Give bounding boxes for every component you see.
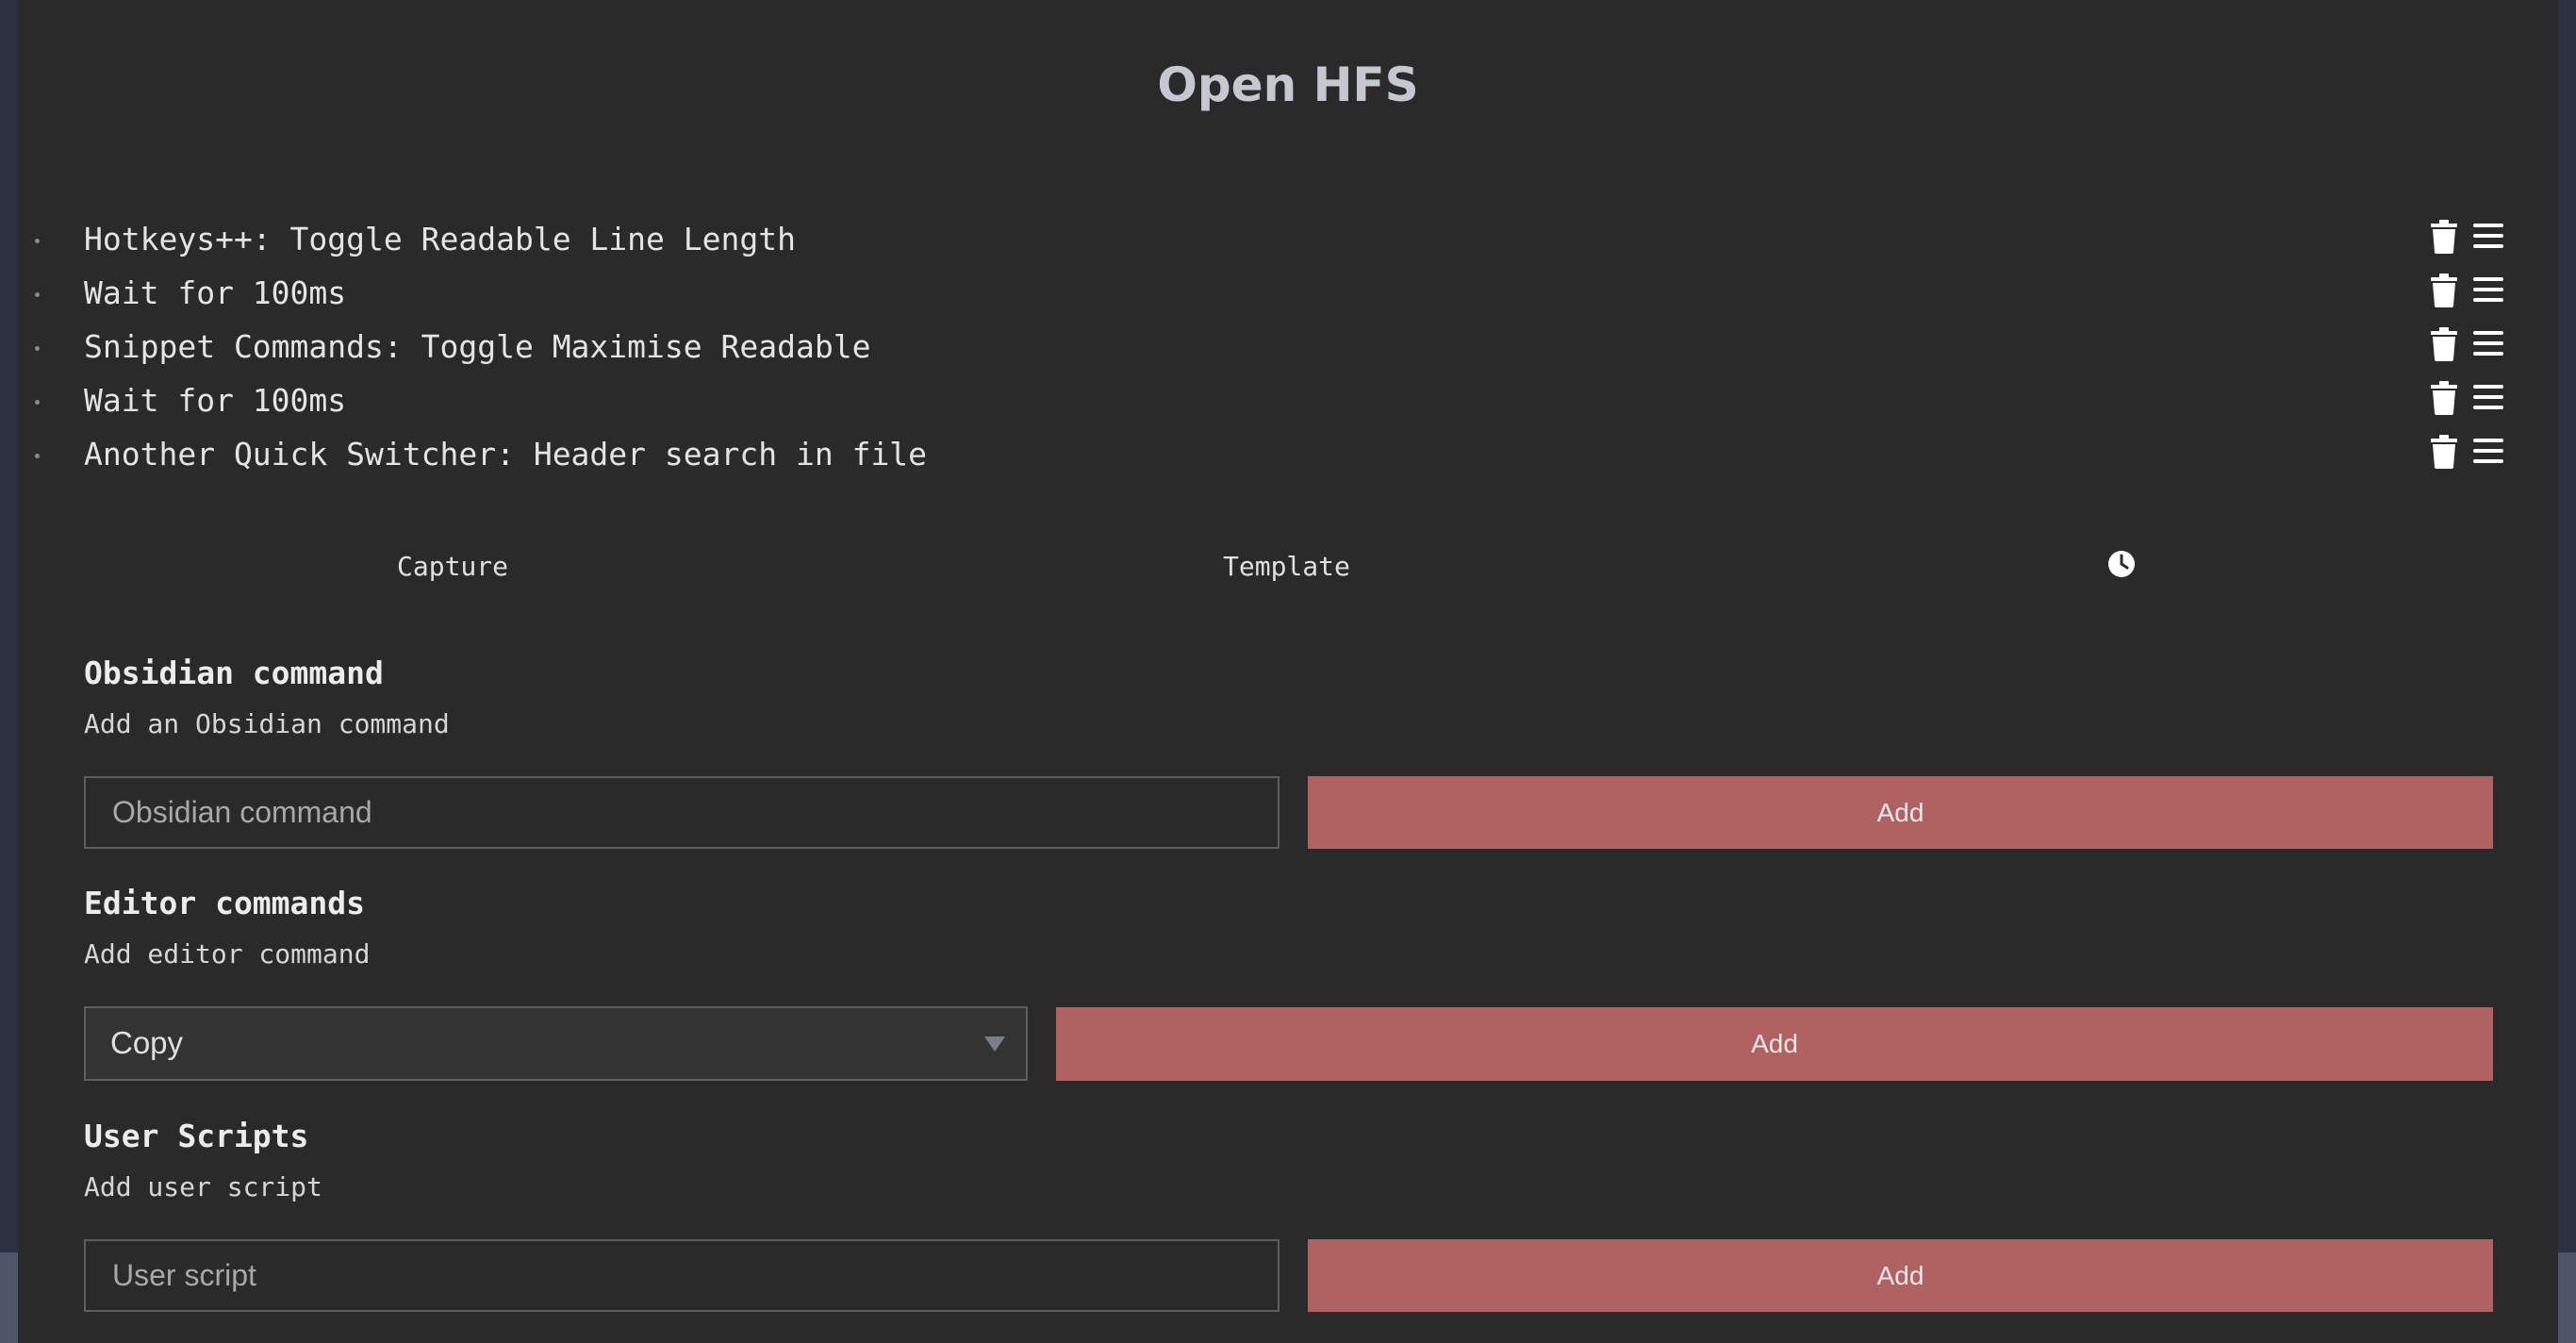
menu-icon[interactable] (2473, 437, 2503, 465)
command-row[interactable]: Another Quick Switcher: Header search in… (18, 427, 2558, 481)
add-editor-command-button[interactable]: Add (1056, 1007, 2493, 1081)
editor-commands-description: Add editor command (84, 938, 371, 970)
editor-command-selected: Copy (110, 1025, 184, 1060)
command-row[interactable]: Snippet Commands: Toggle Maximise Readab… (18, 320, 2558, 373)
command-label: Wait for 100ms (84, 382, 347, 419)
obsidian-command-input[interactable] (84, 776, 1280, 849)
menu-icon[interactable] (2473, 222, 2503, 250)
menu-icon[interactable] (2473, 383, 2503, 411)
bullet-icon (35, 239, 40, 243)
tab-template[interactable]: Template (1223, 542, 1350, 591)
command-label: Another Quick Switcher: Header search in… (84, 436, 928, 473)
user-scripts-description: Add user script (84, 1171, 322, 1202)
clock-icon[interactable] (2107, 550, 2136, 578)
bullet-icon (35, 292, 40, 297)
bullet-icon (35, 400, 40, 405)
command-row[interactable]: Wait for 100ms (18, 266, 2558, 320)
command-row[interactable]: Wait for 100ms (18, 373, 2558, 427)
menu-icon[interactable] (2473, 329, 2503, 357)
chevron-down-icon (984, 1036, 1005, 1052)
bullet-icon (35, 346, 40, 351)
macro-settings-modal: Open HFS Hotkeys++: Toggle Readable Line… (18, 0, 2558, 1343)
trash-icon[interactable] (2429, 274, 2459, 307)
command-row[interactable]: Hotkeys++: Toggle Readable Line Length (18, 212, 2558, 266)
menu-icon[interactable] (2473, 275, 2503, 304)
editor-commands-heading: Editor commands (84, 885, 366, 921)
tab-capture[interactable]: Capture (397, 542, 508, 591)
trash-icon[interactable] (2429, 220, 2459, 254)
backdrop-left (0, 0, 18, 1343)
command-label: Snippet Commands: Toggle Maximise Readab… (84, 328, 871, 365)
command-label: Wait for 100ms (84, 274, 347, 311)
backdrop-bottom-right (2558, 1252, 2576, 1343)
trash-icon[interactable] (2429, 327, 2459, 361)
add-user-script-button[interactable]: Add (1308, 1239, 2493, 1312)
choice-tabs: Capture Template (18, 542, 2558, 599)
add-obsidian-command-button[interactable]: Add (1308, 776, 2493, 849)
command-label: Hotkeys++: Toggle Readable Line Length (84, 221, 796, 257)
page-title: Open HFS (1157, 58, 1419, 112)
backdrop-bottom-left (0, 1252, 18, 1343)
trash-icon[interactable] (2429, 435, 2459, 469)
obsidian-command-heading: Obsidian command (84, 655, 384, 691)
obsidian-command-description: Add an Obsidian command (84, 708, 450, 739)
user-scripts-heading: User Scripts (84, 1118, 309, 1154)
trash-icon[interactable] (2429, 381, 2459, 415)
command-list: Hotkeys++: Toggle Readable Line Length W… (18, 212, 2558, 481)
bullet-icon (35, 454, 40, 458)
backdrop-right (2558, 0, 2576, 1343)
user-script-input[interactable] (84, 1239, 1280, 1312)
editor-command-select[interactable]: Copy (84, 1006, 1028, 1081)
